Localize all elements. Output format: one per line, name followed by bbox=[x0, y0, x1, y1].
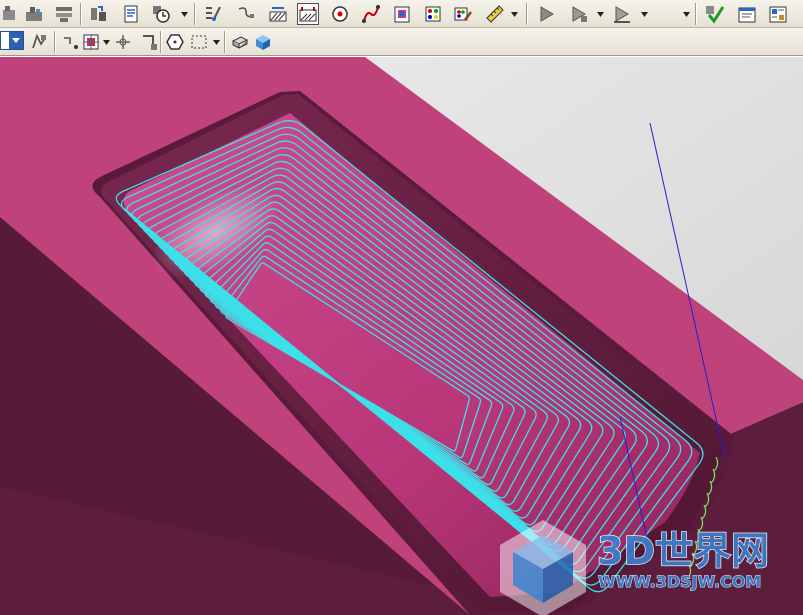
selection-filter-combo[interactable] bbox=[0, 31, 24, 50]
toolbar-separator bbox=[695, 3, 697, 25]
curve-icon[interactable] bbox=[360, 3, 382, 25]
cad-scene[interactable]: 3D世界网 WWW.3DSJW.COM bbox=[0, 57, 803, 615]
toolbar-separator bbox=[54, 31, 56, 53]
clipboard-icon[interactable] bbox=[391, 3, 413, 25]
toolbar-separator bbox=[194, 3, 196, 25]
selection-toolbar bbox=[0, 28, 803, 56]
toolbar-separator bbox=[160, 31, 162, 53]
generate-toolpath-icon[interactable] bbox=[88, 3, 110, 25]
palette-icon[interactable] bbox=[422, 3, 444, 25]
watermark-title: 3D世界网 bbox=[597, 529, 769, 573]
chevron-down-icon[interactable] bbox=[102, 31, 110, 53]
rectangle-select-icon[interactable] bbox=[188, 31, 210, 53]
toolbar-separator bbox=[80, 3, 82, 25]
insert-program-icon[interactable] bbox=[23, 3, 45, 25]
graphics-viewport[interactable]: 3D世界网 WWW.3DSJW.COM bbox=[0, 57, 803, 615]
nx-cam-window: 3D世界网 WWW.3DSJW.COM bbox=[0, 0, 803, 615]
point-constructor-icon[interactable] bbox=[60, 31, 82, 53]
shaded-edge-icon[interactable] bbox=[229, 31, 251, 53]
main-toolbar bbox=[0, 0, 803, 28]
verify-icon[interactable] bbox=[568, 3, 590, 25]
snap-icon[interactable] bbox=[28, 31, 50, 53]
measure-icon[interactable] bbox=[484, 3, 506, 25]
toolbar-separator bbox=[224, 31, 226, 53]
program-order-icon[interactable] bbox=[202, 3, 224, 25]
move-icon[interactable] bbox=[138, 31, 160, 53]
circle-point-icon[interactable] bbox=[329, 3, 351, 25]
chevron-down-icon[interactable] bbox=[180, 3, 188, 25]
shaded-solid-icon[interactable] bbox=[252, 31, 274, 53]
hexagon-icon[interactable] bbox=[164, 31, 186, 53]
replay-icon[interactable] bbox=[536, 3, 558, 25]
palette-brush-icon[interactable] bbox=[452, 3, 474, 25]
pocket-icon[interactable] bbox=[297, 3, 319, 25]
chevron-down-icon[interactable] bbox=[596, 3, 604, 25]
transform-icon[interactable] bbox=[112, 31, 134, 53]
chevron-down-icon[interactable] bbox=[212, 31, 220, 53]
path-edit-icon[interactable] bbox=[235, 3, 257, 25]
insert-operation-icon[interactable] bbox=[0, 3, 22, 25]
shop-docs-icon[interactable] bbox=[120, 3, 142, 25]
list-window-icon[interactable] bbox=[736, 3, 758, 25]
clock-icon[interactable] bbox=[150, 3, 172, 25]
toolbar-separator bbox=[526, 3, 528, 25]
chevron-down-icon[interactable] bbox=[510, 3, 518, 25]
machine-tool-view-icon[interactable] bbox=[53, 3, 75, 25]
chevron-down-icon[interactable] bbox=[640, 3, 648, 25]
chevron-down-icon[interactable] bbox=[682, 3, 690, 25]
simulate-icon[interactable] bbox=[611, 3, 633, 25]
watermark-url: WWW.3DSJW.COM bbox=[598, 572, 761, 591]
face-select-icon[interactable] bbox=[80, 31, 102, 53]
check-icon[interactable] bbox=[704, 3, 726, 25]
cut-area-icon[interactable] bbox=[267, 3, 289, 25]
properties-icon[interactable] bbox=[767, 3, 789, 25]
chevron-down-icon[interactable] bbox=[9, 32, 23, 49]
